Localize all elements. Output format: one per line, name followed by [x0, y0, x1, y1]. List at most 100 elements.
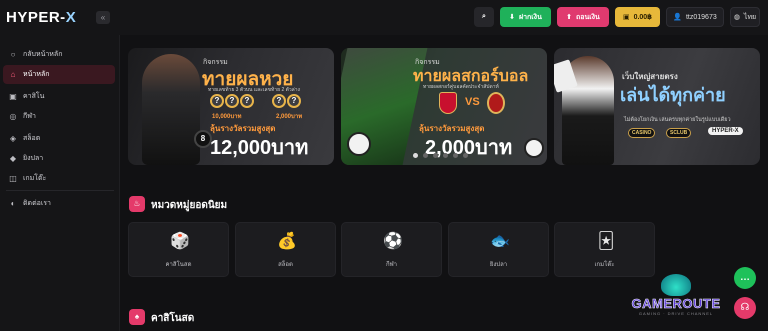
carousel-dot[interactable] — [453, 153, 458, 158]
category-card[interactable]: 🐟 ยิงปลา — [448, 222, 549, 277]
user-menu-button[interactable]: 👤 ttz019673 — [666, 7, 724, 27]
prize-1: 10,000บาท — [212, 114, 242, 120]
wallet-out-icon: ⬆ — [566, 14, 573, 21]
coin-icon: ▣ — [622, 14, 630, 21]
circle-icon: ○ — [10, 50, 16, 59]
soccer-ball-icon: ⚽ — [383, 233, 403, 250]
category-label: สล็อต — [278, 262, 293, 268]
lottery-ball-4: ? — [272, 94, 286, 108]
wallet-in-icon: ⬇ — [509, 14, 515, 21]
carousel-dots — [413, 153, 468, 158]
category-label: กีฬา — [385, 262, 398, 268]
banner-subtitle: ทายผลสกอร์คู่บอลคัดประจำสัปดาห์ — [423, 84, 499, 90]
lottery-ball-1: ? — [210, 94, 224, 108]
sidebar-item-6[interactable]: ◫ เกมโต๊ะ — [3, 169, 115, 188]
deposit-button[interactable]: ⬇ ฝากเงิน — [500, 7, 551, 27]
prize-2: 2,000บาท — [276, 114, 303, 120]
ball-icon: ◎ — [9, 112, 17, 121]
watermark-sub: GAMING · DRIVE CHANNEL — [638, 311, 714, 316]
reward-amount: 2,000บาท — [425, 137, 513, 159]
sidebar-item-4[interactable]: ◈ สล็อต — [3, 129, 115, 148]
category-card[interactable]: 🎲 คาสิโนสด — [128, 222, 229, 277]
sidebar-item-label: กีฬา — [23, 113, 36, 120]
sidebar-item-1[interactable]: ⌂ หน้าหลัก — [3, 65, 115, 84]
sidebar-item-label: หน้าหลัก — [23, 71, 50, 78]
sidebar-collapse-button[interactable]: « — [96, 11, 110, 24]
fish-icon: 🐟 — [490, 233, 510, 250]
top-header: HYPER-X « ⌕ ⬇ ฝากเงิน ⬆ ถอนเงิน ▣ 0.00฿ 👤 tt… — [0, 0, 768, 35]
balance-button[interactable]: ▣ 0.00฿ — [615, 7, 660, 27]
banner-football-score[interactable]: กิจกรรม ทายผลสกอร์บอล ทายผลสกอร์คู่บอลคั… — [341, 48, 547, 165]
gameroute-watermark: GAMEROUTE GAMING · DRIVE CHANNEL — [630, 274, 722, 328]
category-card[interactable]: 🃏 เกมโต๊ะ — [554, 222, 655, 277]
category-label: ยิงปลา — [489, 262, 508, 268]
banner-all-providers[interactable]: เว็บใหญ่สายตรง เล่นได้ทุกค่าย ไม่ต้องโยก… — [554, 48, 760, 165]
sidebar: ○ กลับหน้าหลัก ⌂ หน้าหลัก ▣ คาสิโน ◎ กีฬา ◈ สล็อต… — [0, 35, 120, 331]
lottery-ball-3: ? — [240, 94, 254, 108]
username: ttz019673 — [685, 13, 717, 21]
casino-section-icon: ♠ — [129, 309, 145, 325]
sidebar-item-2[interactable]: ▣ คาสิโน — [3, 87, 115, 106]
carousel-dot[interactable] — [443, 153, 448, 158]
sidebar-item-7[interactable]: ◐ ติดต่อเรา — [3, 194, 115, 213]
app-root: HYPER-X « ⌕ ⬇ ฝากเงิน ⬆ ถอนเงิน ▣ 0.00฿ 👤 tt… — [0, 0, 768, 331]
banner-subtitle: ไม่ต้องโยกเงิน เล่นครบทุกค่ายในรูปแบบเดี… — [624, 117, 731, 123]
team-crest-away — [487, 92, 505, 114]
sidebar-item-label: เกมโต๊ะ — [23, 175, 47, 182]
logo-text: HYPER- — [6, 9, 66, 26]
fire-icon: ♨ — [129, 196, 145, 212]
watermark-name: GAMEROUTE — [631, 296, 721, 312]
model-figure — [142, 54, 200, 165]
banner-lottery[interactable]: 8 กิจกรรม ทายผลหวย ทายเลขท้าย 3 ตัวบน แล… — [128, 48, 334, 165]
vs-label: VS — [465, 96, 480, 108]
slot-icon: ◈ — [9, 134, 17, 143]
brand-logo[interactable]: HYPER-X — [6, 9, 76, 26]
category-card[interactable]: 💰 สล็อต — [235, 222, 336, 277]
provider-logo-a: CASINO — [628, 128, 656, 138]
withdraw-label: ถอนเงิน — [576, 13, 600, 21]
deposit-label: ฝากเงิน — [519, 13, 542, 21]
search-button[interactable]: ⌕ — [474, 7, 494, 27]
soccer-ball-icon-left — [347, 132, 371, 156]
user-icon: 👤 — [673, 14, 682, 21]
sidebar-item-0[interactable]: ○ กลับหน้าหลัก — [3, 45, 115, 64]
category-card[interactable]: ⚽ กีฬา — [341, 222, 442, 277]
sidebar-item-label: ติดต่อเรา — [23, 200, 51, 207]
headset-icon: ☊ — [740, 302, 750, 313]
line-chat-button[interactable]: … — [734, 267, 756, 289]
category-label: เกมโต๊ะ — [594, 262, 615, 268]
sidebar-item-label: กลับหน้าหลัก — [23, 51, 63, 58]
sidebar-item-3[interactable]: ◎ กีฬา — [3, 107, 115, 126]
chat-icon: ◐ — [10, 199, 16, 208]
logo-x: X — [65, 9, 77, 26]
casino-section-title: คาสิโนสด — [151, 313, 195, 324]
sidebar-item-label: ยิงปลา — [23, 155, 44, 162]
popular-section-title: หมวดหมู่ยอดนิยม — [151, 200, 228, 211]
banner-subtitle: ทายเลขท้าย 3 ตัวบน และเลขท้าย 2 ตัวล่าง — [208, 87, 300, 93]
category-label: คาสิโนสด — [165, 262, 192, 268]
team-crest-home — [439, 92, 457, 114]
search-icon: ⌕ — [482, 13, 486, 20]
gameroute-mascot-icon — [661, 274, 691, 296]
carousel-dot[interactable] — [423, 153, 428, 158]
soccer-ball-icon-right — [524, 138, 544, 158]
card-table-icon: 🃏 — [597, 233, 615, 250]
provider-logo-b: SCLUB — [666, 128, 692, 138]
carousel-dot[interactable] — [433, 153, 438, 158]
globe-icon: ◍ — [733, 14, 740, 21]
sidebar-item-label: สล็อต — [23, 135, 41, 142]
sidebar-item-5[interactable]: ◆ ยิงปลา — [3, 149, 115, 168]
chat-bubble-icon: … — [740, 272, 750, 283]
table-icon: ◫ — [9, 174, 17, 183]
home-icon: ⌂ — [10, 70, 16, 79]
lottery-ball-2: ? — [225, 94, 239, 108]
withdraw-button[interactable]: ⬆ ถอนเงิน — [557, 7, 609, 27]
sidebar-divider — [6, 190, 114, 191]
language-button[interactable]: ◍ ไทย — [730, 7, 760, 27]
support-button[interactable]: ☊ — [734, 297, 756, 319]
carousel-dot[interactable] — [413, 153, 418, 158]
balance-value: 0.00฿ — [633, 14, 653, 21]
banner-title: เล่นได้ทุกค่าย — [620, 85, 726, 105]
carousel-dot[interactable] — [463, 153, 468, 158]
provider-logo-c: HYPER-X — [708, 127, 743, 135]
